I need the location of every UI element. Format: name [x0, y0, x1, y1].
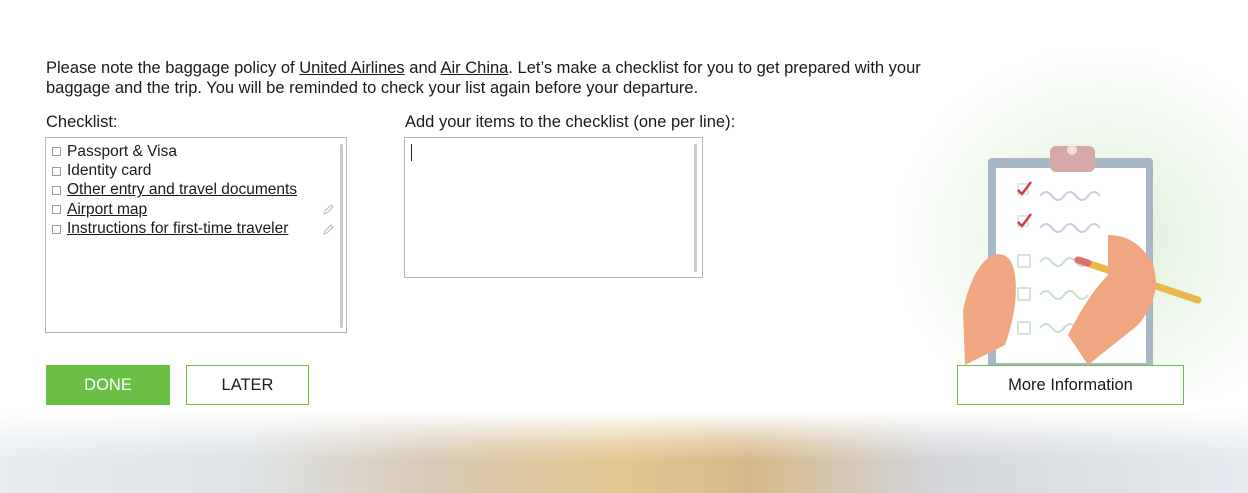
add-items-label: Add your items to the checklist (one per… — [405, 113, 736, 131]
pencil-icon[interactable] — [322, 223, 334, 236]
clipboard-checklist-illustration — [958, 140, 1208, 370]
text-caret — [411, 144, 412, 161]
add-items-box[interactable] — [404, 137, 703, 278]
checklist-item: Instructions for first-time traveler — [52, 220, 297, 239]
checklist-item-link[interactable]: Instructions for first-time traveler — [67, 220, 288, 238]
checklist-scrollbar[interactable] — [340, 144, 343, 328]
checklist-item-label: Identity card — [67, 162, 152, 180]
intro-part1: Please note the baggage policy of — [46, 59, 300, 77]
checkbox[interactable] — [52, 224, 61, 234]
later-button[interactable]: LATER — [186, 365, 309, 405]
checklist-item: Identity card — [52, 161, 297, 180]
background-landscape — [0, 411, 1248, 493]
checkbox[interactable] — [52, 147, 61, 157]
checklist-item: Airport map — [52, 200, 297, 219]
more-information-button[interactable]: More Information — [957, 365, 1184, 405]
united-airlines-link[interactable]: United Airlines — [299, 59, 404, 77]
air-china-link[interactable]: Air China — [440, 59, 508, 77]
checklist-box[interactable]: Passport & Visa Identity card Other entry … — [45, 137, 347, 333]
checklist-item: Passport & Visa — [52, 142, 297, 161]
add-items-scrollbar[interactable] — [694, 144, 697, 272]
pencil-icon[interactable] — [322, 204, 334, 216]
checklist-item-label: Passport & Visa — [67, 142, 177, 160]
checklist-label: Checklist: — [46, 113, 118, 131]
checklist-item-link[interactable]: Other entry and travel documents — [67, 181, 297, 199]
checkbox[interactable] — [52, 166, 61, 176]
intro-part2: and — [404, 59, 441, 77]
checklist-item: Other entry and travel documents — [52, 181, 297, 200]
done-button[interactable]: DONE — [46, 365, 170, 405]
checklist-item-link[interactable]: Airport map — [67, 201, 147, 219]
checklist-list: Passport & Visa Identity card Other entry … — [52, 142, 297, 239]
checkbox[interactable] — [52, 205, 61, 215]
intro-text: Please note the baggage policy of United… — [46, 58, 976, 98]
checkbox[interactable] — [52, 185, 61, 195]
add-items-textarea[interactable] — [405, 138, 702, 277]
